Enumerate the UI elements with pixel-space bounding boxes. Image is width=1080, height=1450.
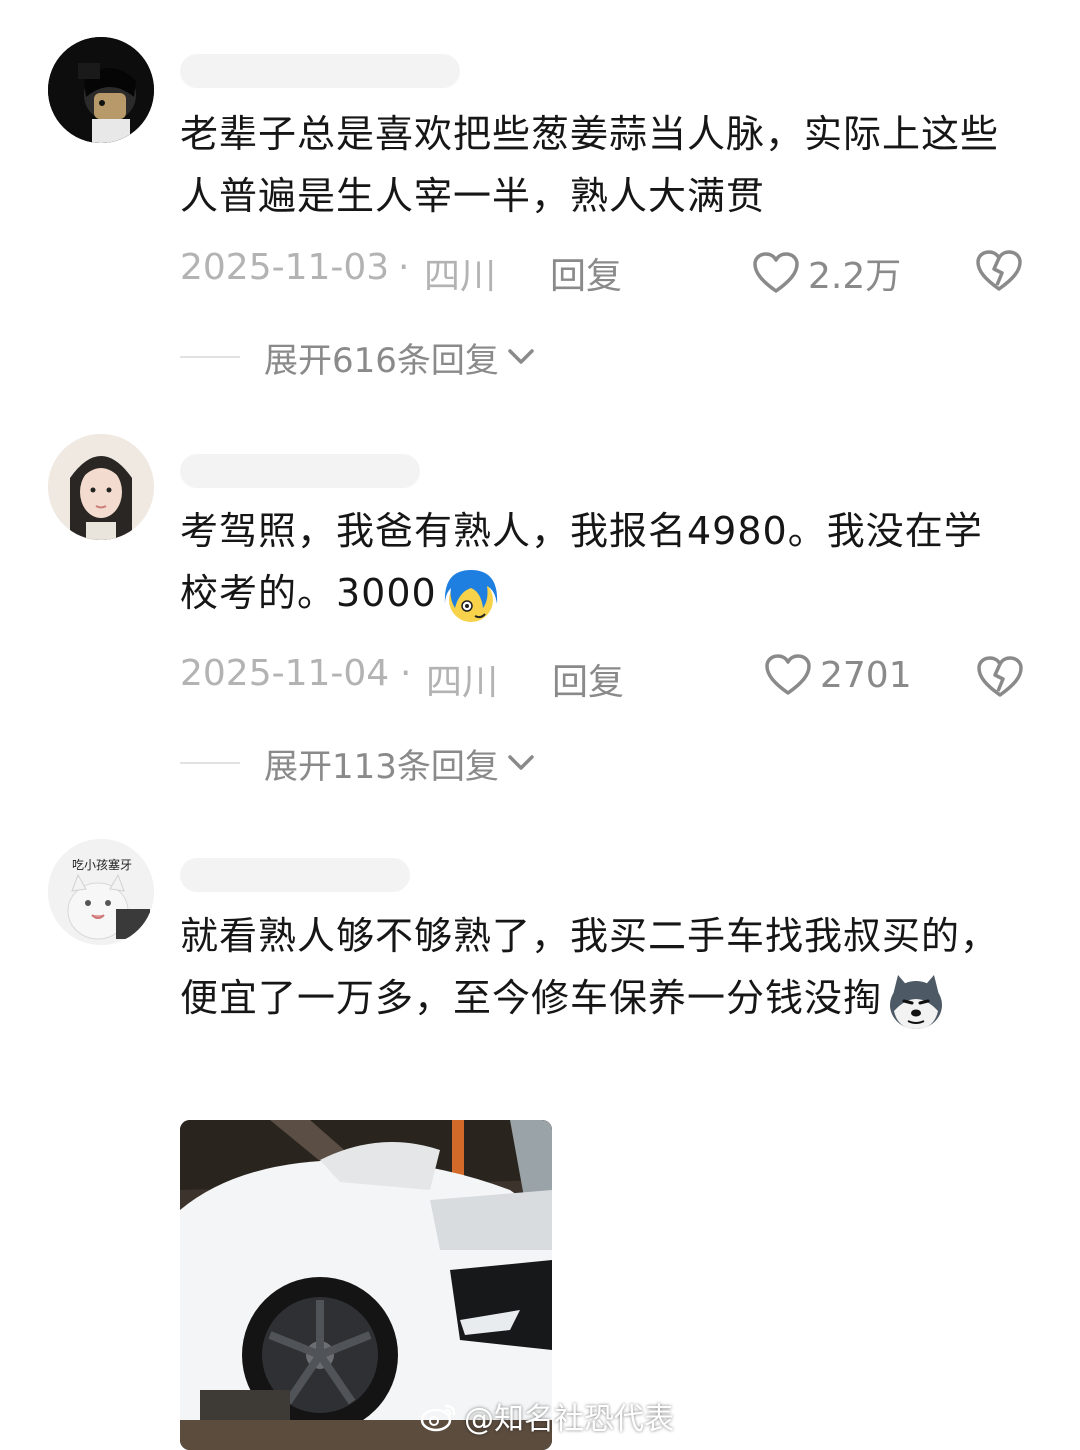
comment-text: 就看熟人够不够熟了，我买二手车找我叔买的，便宜了一万多，至今修车保养一分钱没掏 — [180, 905, 1020, 1033]
watermark-text: @知名社恐代表 — [464, 1402, 674, 1437]
weibo-logo-icon — [420, 1404, 456, 1432]
avatar[interactable]: 吃小孩塞牙 — [48, 839, 154, 945]
comment-text-content: 就看熟人够不够熟了，我买二手车找我叔买的，便宜了一万多，至今修车保养一分钱没掏 — [180, 914, 1000, 1020]
husky-emoji-icon — [890, 974, 943, 1029]
watermark: @知名社恐代表 — [420, 1396, 674, 1437]
avatar-caption: 吃小孩塞牙 — [72, 857, 132, 872]
comment-item: 吃小孩塞牙 就看熟人够不够熟了，我买二手车找我叔买的，便宜了一万多，至今修车保养… — [0, 0, 1080, 1450]
username[interactable] — [180, 858, 410, 892]
avatar-image: 吃小孩塞牙 — [48, 839, 154, 945]
